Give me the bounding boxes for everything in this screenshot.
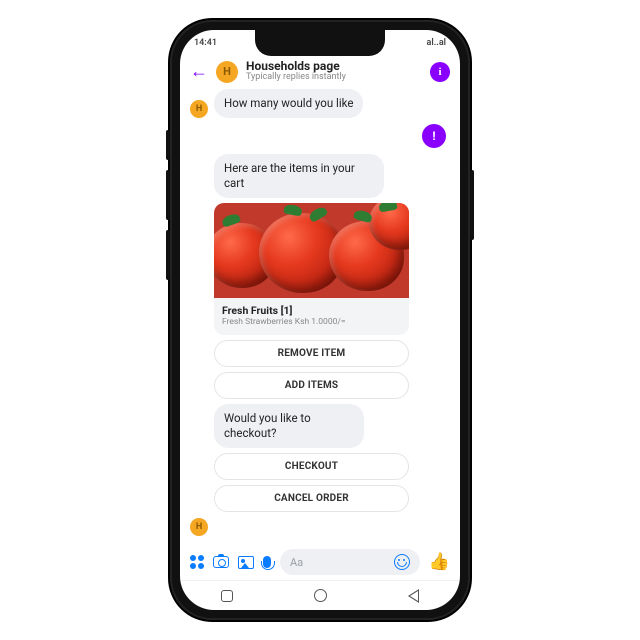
message-avatar: H (190, 100, 208, 118)
phone-notch (255, 30, 385, 56)
cart-block: Here are the items in your cart (214, 154, 450, 512)
header-avatar[interactable]: H (216, 61, 238, 83)
nav-recent-icon[interactable] (221, 590, 233, 602)
input-placeholder: Aa (290, 556, 303, 569)
message-text: How many would you like (214, 89, 363, 118)
nav-home-icon[interactable] (314, 589, 327, 602)
message-input[interactable]: Aa (280, 549, 420, 575)
composer: Aa 👍 (180, 544, 460, 580)
status-time: 14:41 (194, 38, 217, 48)
message-avatar: H (190, 518, 208, 536)
phone-frame: 14:41 al..al ← H Households page Typical… (170, 20, 470, 620)
emoji-icon[interactable] (394, 554, 410, 570)
phone-side-button (166, 130, 170, 160)
product-card[interactable]: Fresh Fruits [1] Fresh Strawberries Ksh … (214, 203, 409, 335)
add-items-button[interactable]: ADD ITEMS (214, 372, 409, 399)
gallery-icon[interactable] (238, 556, 254, 569)
product-title: Fresh Fruits [1] (222, 304, 401, 317)
screen: 14:41 al..al ← H Households page Typical… (180, 30, 460, 610)
header-text[interactable]: Households page Typically replies instan… (246, 60, 422, 83)
like-icon[interactable]: 👍 (429, 552, 450, 572)
back-icon[interactable]: ← (190, 61, 208, 82)
chat-header: ← H Households page Typically replies in… (180, 56, 460, 89)
chat-messages[interactable]: H How many would you like ! Here are the… (180, 89, 460, 544)
phone-volume-up (166, 170, 170, 220)
message-outgoing: ! (190, 124, 450, 148)
product-subtitle: Fresh Strawberries Ksh 1.0000/= (222, 317, 401, 327)
cancel-order-button[interactable]: CANCEL ORDER (214, 485, 409, 512)
android-nav-bar (180, 580, 460, 610)
chat-subtitle: Typically replies instantly (246, 73, 422, 83)
phone-volume-down (166, 230, 170, 280)
status-right: al..al (427, 38, 446, 48)
apps-icon[interactable] (190, 555, 204, 569)
message-incoming: H How many would you like (190, 89, 450, 118)
outgoing-badge: ! (422, 124, 446, 148)
microphone-icon[interactable] (263, 556, 271, 568)
product-image (214, 203, 409, 298)
nav-back-icon[interactable] (408, 589, 419, 603)
checkout-button[interactable]: CHECKOUT (214, 453, 409, 480)
phone-power-button (470, 170, 474, 240)
message-incoming: H (190, 518, 450, 536)
remove-item-button[interactable]: REMOVE ITEM (214, 340, 409, 367)
camera-icon[interactable] (213, 556, 229, 568)
message-text: Here are the items in your cart (214, 154, 384, 198)
message-text: Would you like to checkout? (214, 404, 364, 448)
info-button[interactable]: i (430, 62, 450, 82)
